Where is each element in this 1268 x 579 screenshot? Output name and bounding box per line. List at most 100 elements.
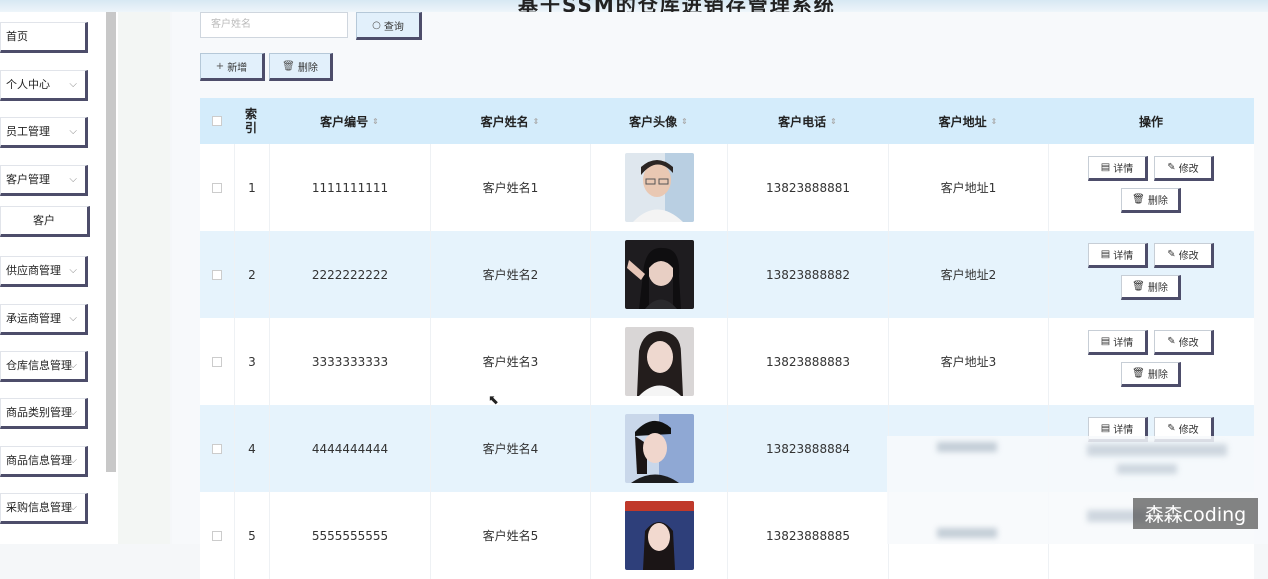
detail-button[interactable]: ▤ 详情: [1088, 243, 1148, 268]
index-cell: 3: [234, 318, 269, 405]
blurred-text: [1087, 444, 1227, 456]
row-checkbox[interactable]: [212, 443, 222, 454]
detail-button[interactable]: ▤ 详情: [1088, 156, 1148, 181]
index-cell: 5: [234, 492, 269, 579]
sidebar-item-label: 承运商管理: [6, 312, 61, 325]
sidebar-item-carriers[interactable]: 承运商管理 ⌵: [0, 304, 88, 335]
chevron-down-icon: ⌵: [69, 407, 77, 418]
code-cell: 2222222222: [269, 231, 430, 318]
code-cell: 1111111111: [269, 144, 430, 231]
sidebar-item-suppliers[interactable]: 供应商管理 ⌵: [0, 256, 88, 287]
edit-button[interactable]: ✎ 修改: [1154, 243, 1214, 268]
chevron-down-icon: ⌵: [69, 502, 77, 513]
phone-cell: 13823888884: [727, 405, 888, 492]
trash-icon: 🗑: [1132, 368, 1145, 379]
name-cell: 客户姓名2: [430, 231, 590, 318]
table-row: 3 3333333333 客户姓名3 13823888883 客户地址3 ▤ 详情…: [200, 318, 1254, 405]
sidebar-item-purchases[interactable]: 采购信息管理 ⌵: [0, 493, 88, 524]
row-checkbox[interactable]: [212, 530, 222, 541]
column-header-code[interactable]: 客户编号 ⇕: [269, 98, 430, 144]
trash-icon: 🗑: [1132, 281, 1145, 292]
row-select-cell: [200, 405, 234, 492]
sidebar-item-employees[interactable]: 员工管理 ⌵: [0, 117, 88, 148]
pencil-icon: ✎: [1167, 423, 1176, 434]
table-row: 1 1111111111 客户姓名1 13823888881 客户地址1 ▤ 详情…: [200, 144, 1254, 231]
blurred-text: [937, 528, 997, 538]
sidebar-item-customer[interactable]: 客户: [0, 206, 90, 237]
edit-button-label: 修改: [1178, 338, 1199, 349]
sort-icon[interactable]: ⇕: [830, 117, 837, 126]
delete-button[interactable]: 🗑 删除: [1121, 188, 1181, 213]
row-select-cell: [200, 144, 234, 231]
sidebar-item-products[interactable]: 商品信息管理 ⌵: [0, 446, 88, 477]
sidebar-item-label: 个人中心: [6, 78, 50, 91]
document-icon: ▤: [1100, 423, 1111, 434]
column-header-label: 客户电话: [778, 114, 827, 129]
avatar-cell: [590, 231, 727, 318]
detail-button-label: 详情: [1113, 425, 1134, 436]
document-icon: ▤: [1100, 336, 1111, 347]
sidebar-item-warehouses[interactable]: 仓库信息管理 ⌵: [0, 351, 88, 382]
sort-icon[interactable]: ⇕: [372, 117, 379, 126]
row-checkbox[interactable]: [212, 182, 222, 193]
name-cell: 客户姓名3: [430, 318, 590, 405]
delete-button[interactable]: 🗑 删除: [1121, 362, 1181, 387]
customer-avatar[interactable]: [624, 501, 694, 570]
plus-icon: +: [215, 60, 225, 72]
column-header-label: 索引: [244, 107, 257, 135]
sidebar-item-product-categories[interactable]: 商品类别管理 ⌵: [0, 398, 88, 429]
sort-icon[interactable]: ⇕: [533, 117, 540, 126]
code-cell: 5555555555: [269, 492, 430, 579]
sidebar-item-home[interactable]: 首页: [0, 22, 88, 53]
address-cell: 客户地址1: [888, 144, 1048, 231]
phone-cell: 13823888883: [727, 318, 888, 405]
sort-icon[interactable]: ⇕: [681, 117, 688, 126]
row-checkbox[interactable]: [212, 269, 222, 280]
chevron-down-icon: ⌵: [69, 313, 77, 324]
select-all-cell: [200, 98, 234, 144]
select-all-checkbox[interactable]: [212, 116, 222, 126]
edit-button[interactable]: ✎ 修改: [1154, 156, 1214, 181]
background-decoration: [118, 12, 200, 544]
sort-icon[interactable]: ⇕: [991, 117, 998, 126]
pencil-icon: ✎: [1167, 336, 1176, 347]
column-header-phone[interactable]: 客户电话 ⇕: [727, 98, 888, 144]
sidebar-scrollbar[interactable]: [106, 12, 116, 472]
avatar-cell: [590, 318, 727, 405]
column-header-address[interactable]: 客户地址 ⇕: [888, 98, 1048, 144]
customer-avatar[interactable]: [624, 327, 694, 396]
delete-button[interactable]: 🗑 删除: [1121, 275, 1181, 300]
column-header-label: 客户头像: [629, 114, 678, 129]
row-select-cell: [200, 231, 234, 318]
sidebar-item-label: 供应商管理: [6, 264, 61, 277]
customer-avatar[interactable]: [624, 414, 694, 483]
customer-avatar[interactable]: [624, 153, 694, 222]
batch-delete-button[interactable]: 🗑 删除: [269, 53, 333, 81]
name-cell: 客户姓名5: [430, 492, 590, 579]
index-cell: 1: [234, 144, 269, 231]
sidebar-item-customers[interactable]: 客户管理 ⌵: [0, 165, 88, 196]
sidebar-item-profile[interactable]: 个人中心 ⌵: [0, 70, 88, 101]
add-button[interactable]: + 新增: [200, 53, 265, 81]
chevron-down-icon: ⌵: [69, 360, 77, 371]
detail-button[interactable]: ▤ 详情: [1088, 330, 1148, 355]
sidebar-item-label: 商品信息管理: [6, 454, 72, 467]
detail-button-label: 详情: [1113, 251, 1134, 262]
column-header-avatar[interactable]: 客户头像 ⇕: [590, 98, 727, 144]
column-header-index[interactable]: 索引: [234, 98, 268, 144]
row-checkbox[interactable]: [212, 356, 222, 367]
search-input[interactable]: 客户姓名: [200, 12, 348, 38]
search-button-label: 查询: [383, 21, 404, 33]
search-button[interactable]: ○ 查询: [356, 12, 422, 40]
edit-button-label: 修改: [1178, 251, 1199, 262]
column-header-label: 客户地址: [938, 114, 987, 129]
document-icon: ▤: [1100, 162, 1111, 173]
edit-button[interactable]: ✎ 修改: [1154, 330, 1214, 355]
customer-avatar[interactable]: [624, 240, 694, 309]
search-icon: ○: [372, 19, 381, 31]
trash-icon: 🗑: [282, 60, 295, 72]
sidebar-item-label: 首页: [6, 30, 28, 43]
column-header-name[interactable]: 客户姓名 ⇕: [430, 98, 590, 144]
column-header-actions: 操作: [1048, 98, 1254, 144]
mouse-cursor: ⬉: [488, 393, 499, 408]
